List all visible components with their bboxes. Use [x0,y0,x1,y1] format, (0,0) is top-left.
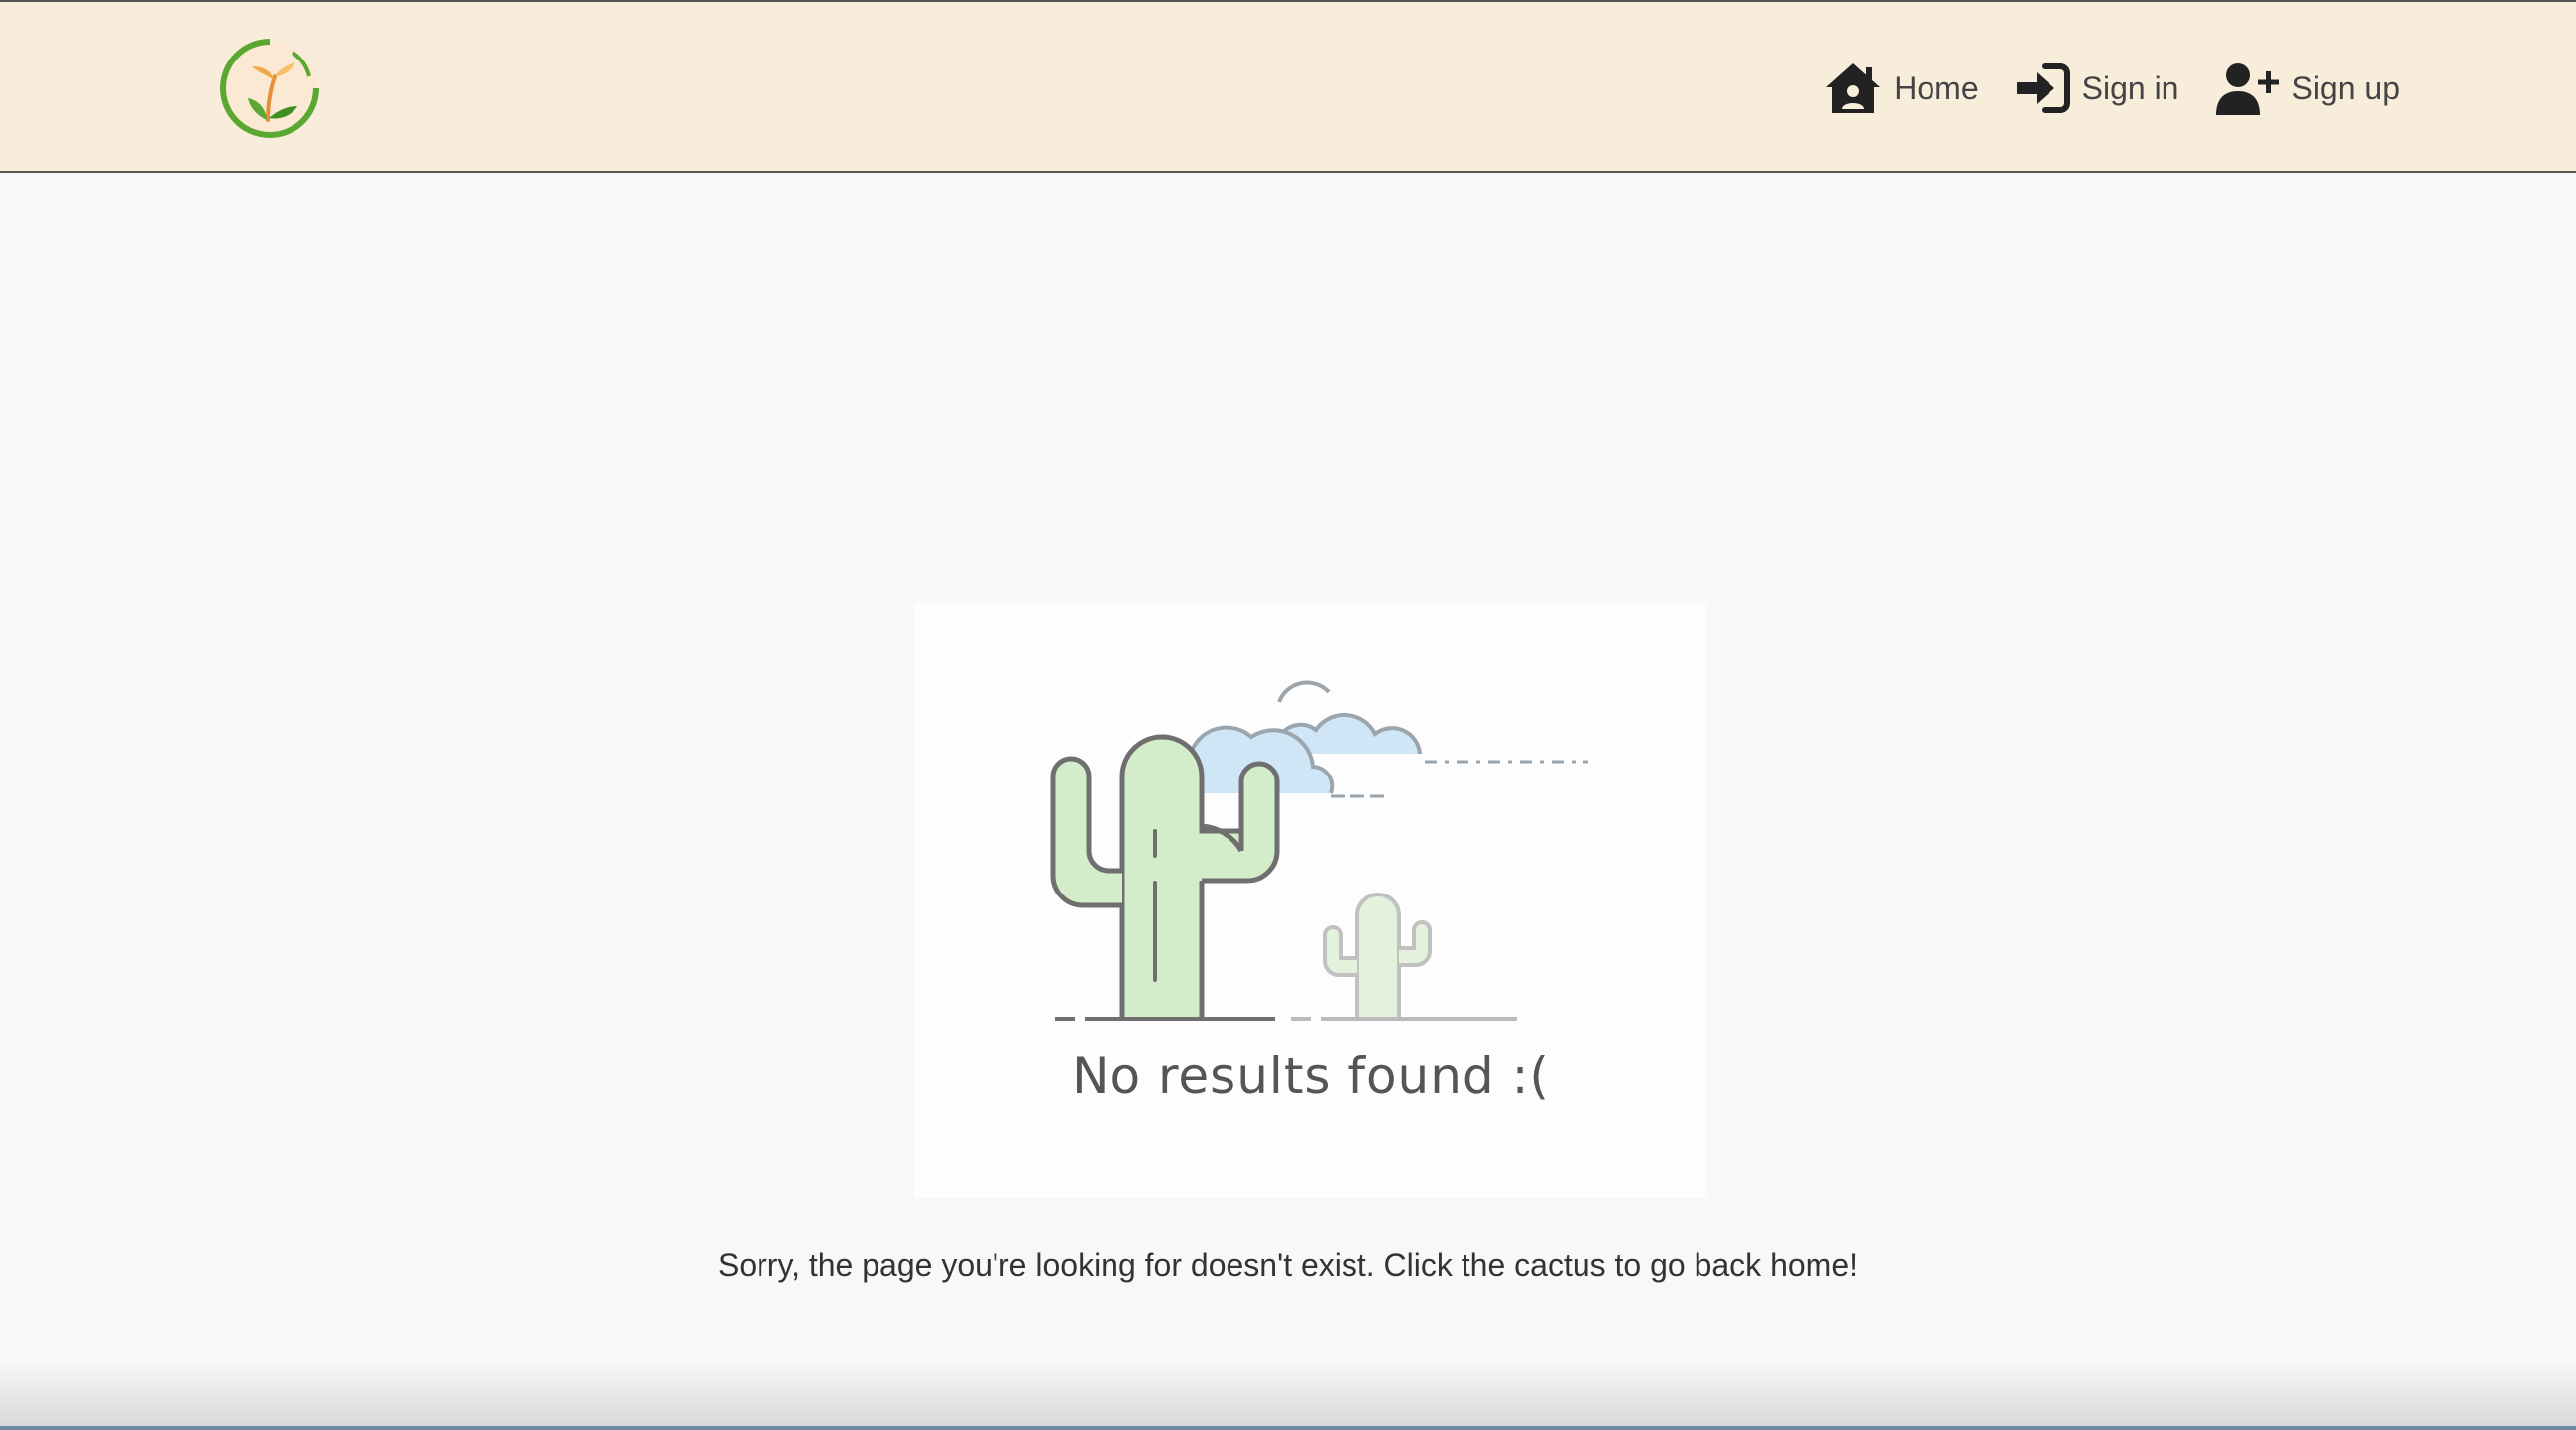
cactus-icon [1050,680,1588,1021]
bottom-divider [0,1426,2576,1430]
small-cactus-icon [1323,893,1432,1021]
big-cactus-icon [1050,734,1280,1019]
nav-home-label: Home [1894,69,1979,106]
sprout-logo-icon[interactable] [218,37,321,140]
user-plus-icon [2216,63,2280,115]
no-results-text: No results found :( [1072,1047,1550,1105]
house-user-icon [1826,63,1881,113]
nav-home-link[interactable]: Home [1824,61,1979,115]
nav-signin-label: Sign in [2081,69,2179,106]
sign-in-icon [2016,63,2070,113]
nav-links: Home Sign in Sign up [1789,60,2400,117]
navbar: Home Sign in Sign up [0,0,2576,173]
nav-signup-label: Sign up [2291,69,2400,106]
bottom-shade [0,1361,2576,1430]
cactus-illustration[interactable]: No results found :( [914,603,1707,1198]
nav-signup-link[interactable]: Sign up [2214,61,2400,115]
not-found-page: Home Sign in Sign up No results found:(… [0,0,2576,1430]
not-found-message: Sorry, the page you're looking for doesn… [718,1248,1858,1283]
cloud-icon [1164,680,1588,798]
nav-signin-link[interactable]: Sign in [2015,62,2179,114]
